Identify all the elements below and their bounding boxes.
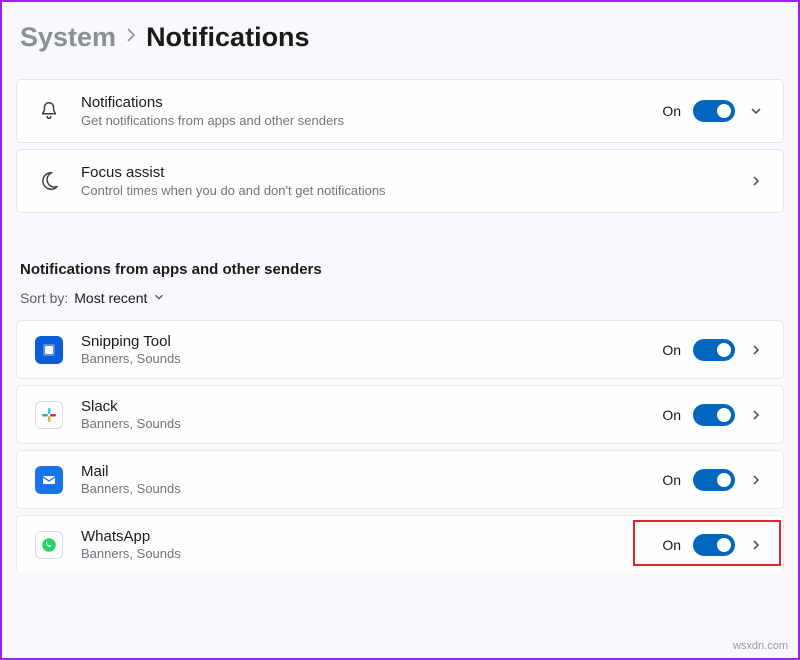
- chevron-right-icon[interactable]: [747, 174, 765, 188]
- app-status: On: [662, 472, 681, 488]
- breadcrumb-parent[interactable]: System: [20, 22, 116, 53]
- app-name: Mail: [81, 463, 644, 480]
- chevron-right-icon[interactable]: [747, 408, 765, 422]
- app-detail: Banners, Sounds: [81, 481, 644, 496]
- app-name: WhatsApp: [81, 528, 644, 545]
- app-name: Slack: [81, 398, 644, 415]
- app-status: On: [662, 537, 681, 553]
- chevron-right-icon[interactable]: [747, 343, 765, 357]
- notifications-title: Notifications: [81, 94, 644, 111]
- breadcrumb: System Notifications: [16, 22, 784, 53]
- watermark: wsxdn.com: [733, 640, 788, 652]
- chevron-right-icon: [126, 26, 136, 49]
- app-row-mail[interactable]: Mail Banners, Sounds On: [16, 450, 784, 509]
- mail-icon: [35, 466, 63, 494]
- sort-dropdown[interactable]: Sort by: Most recent: [16, 290, 784, 306]
- app-toggle[interactable]: [693, 339, 735, 361]
- notifications-toggle[interactable]: [693, 100, 735, 122]
- focus-assist-row[interactable]: Focus assist Control times when you do a…: [16, 149, 784, 213]
- focus-assist-desc: Control times when you do and don't get …: [81, 183, 729, 198]
- app-toggle[interactable]: [693, 404, 735, 426]
- notifications-desc: Get notifications from apps and other se…: [81, 113, 644, 128]
- app-status: On: [662, 407, 681, 423]
- app-name: Snipping Tool: [81, 333, 644, 350]
- chevron-right-icon[interactable]: [747, 473, 765, 487]
- apps-section-title: Notifications from apps and other sender…: [16, 261, 784, 278]
- bell-icon: [35, 97, 63, 125]
- app-row-slack[interactable]: Slack Banners, Sounds On: [16, 385, 784, 444]
- app-row-snipping-tool[interactable]: Snipping Tool Banners, Sounds On: [16, 320, 784, 379]
- sort-label: Sort by:: [20, 290, 68, 306]
- slack-icon: [35, 401, 63, 429]
- chevron-down-icon: [153, 290, 165, 306]
- page-title: Notifications: [146, 22, 310, 53]
- app-toggle[interactable]: [693, 534, 735, 556]
- app-detail: Banners, Sounds: [81, 351, 644, 366]
- focus-assist-title: Focus assist: [81, 164, 729, 181]
- notifications-status: On: [662, 103, 681, 119]
- app-status: On: [662, 342, 681, 358]
- chevron-down-icon[interactable]: [747, 104, 765, 118]
- app-detail: Banners, Sounds: [81, 546, 644, 561]
- app-row-whatsapp[interactable]: WhatsApp Banners, Sounds On: [16, 515, 784, 573]
- chevron-right-icon[interactable]: [747, 538, 765, 552]
- whatsapp-icon: [35, 531, 63, 559]
- app-detail: Banners, Sounds: [81, 416, 644, 431]
- sort-value: Most recent: [74, 290, 147, 306]
- app-toggle[interactable]: [693, 469, 735, 491]
- notifications-master-row[interactable]: Notifications Get notifications from app…: [16, 79, 784, 143]
- moon-icon: [35, 167, 63, 195]
- snipping-tool-icon: [35, 336, 63, 364]
